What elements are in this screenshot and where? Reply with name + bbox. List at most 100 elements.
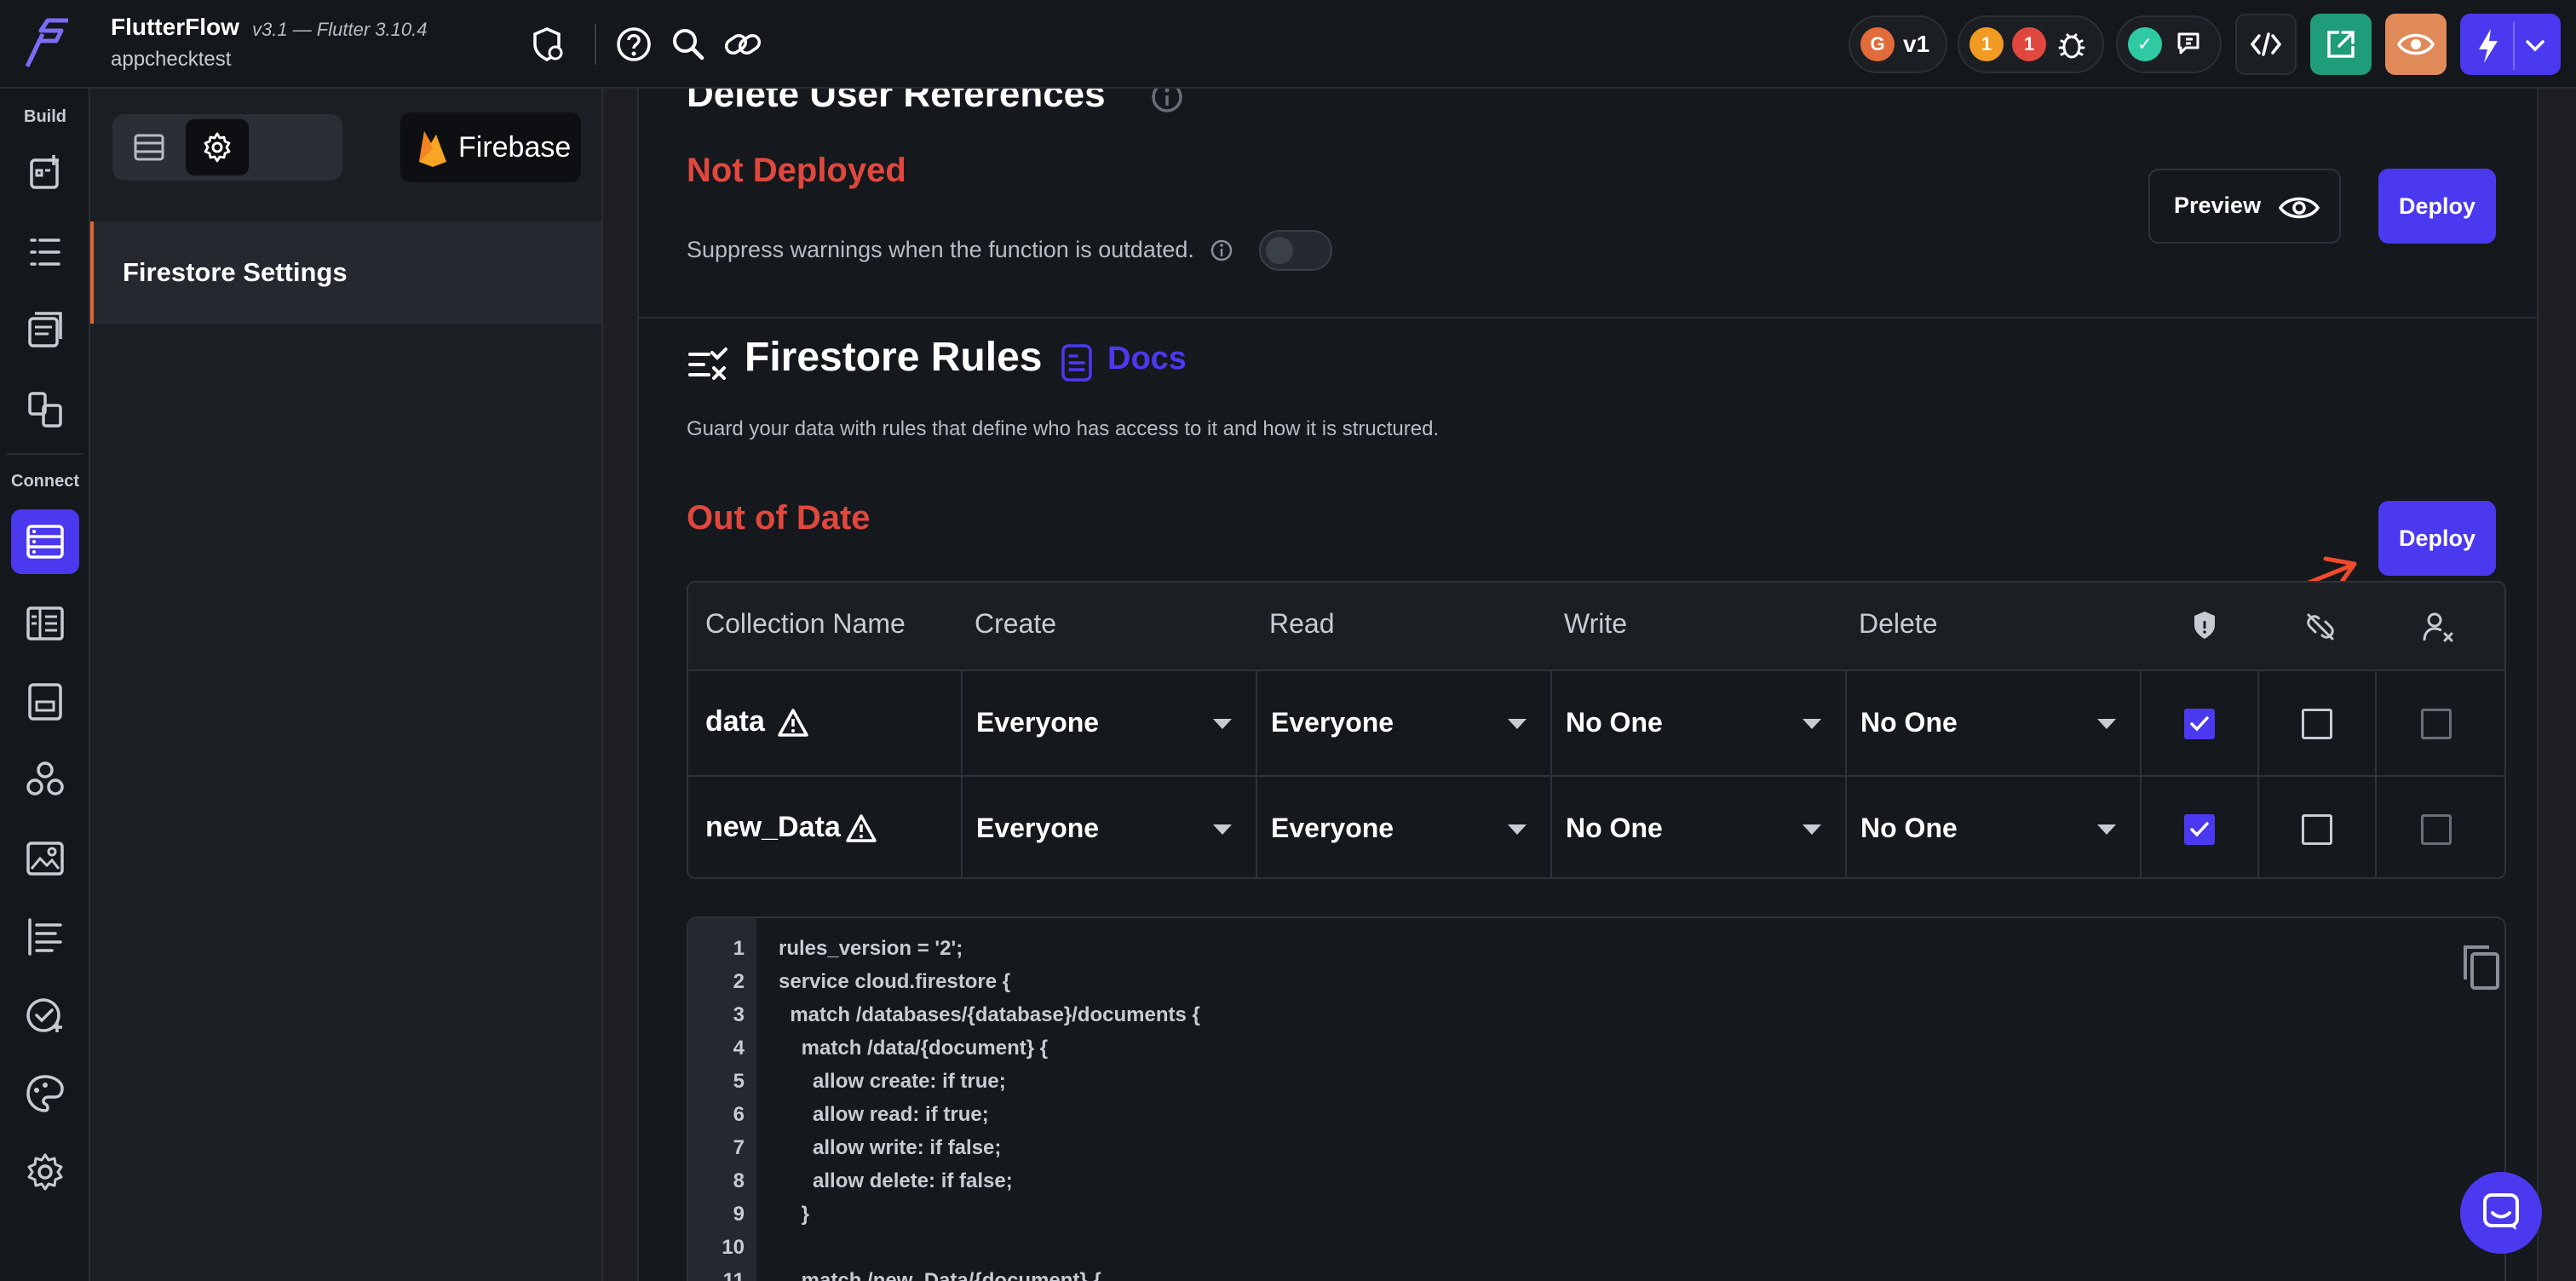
line-number: 11	[722, 1269, 745, 1281]
column-header-write: Write	[1564, 608, 1628, 639]
preview-mode-button[interactable]	[2385, 14, 2447, 75]
run-button[interactable]	[2460, 14, 2561, 75]
collection-cell: data	[688, 671, 963, 777]
firestore-nav-button[interactable]	[11, 509, 79, 574]
tab-database-view[interactable]	[118, 119, 181, 175]
theme-palette-icon[interactable]	[21, 1070, 69, 1117]
project-name[interactable]: appchecktest	[111, 48, 231, 72]
sidebar-item-firestore-settings[interactable]: Firestore Settings	[90, 221, 601, 324]
collection-name: new_Data	[705, 811, 841, 843]
custom-code-icon[interactable]	[21, 913, 69, 961]
suppress-warnings-toggle[interactable]	[1259, 230, 1332, 271]
flutterflow-logo-icon[interactable]	[22, 17, 72, 70]
dropdown-caret-icon	[1213, 824, 1232, 835]
search-icon[interactable]	[668, 24, 709, 65]
delete-permission-dropdown[interactable]: No One	[1847, 671, 2142, 777]
data-types-icon[interactable]	[21, 600, 69, 647]
delete-user-checkbox[interactable]	[2421, 709, 2452, 739]
storyboard-icon[interactable]	[21, 307, 69, 354]
media-assets-icon[interactable]	[21, 835, 69, 882]
dropdown-value: Everyone	[976, 707, 1100, 738]
app-check-checkbox[interactable]	[2184, 814, 2215, 845]
line-number: 2	[733, 970, 745, 993]
widget-tree-icon[interactable]	[21, 228, 69, 276]
column-header-collection: Collection Name	[705, 608, 906, 639]
preview-button[interactable]: Preview	[2148, 169, 2341, 244]
table-row: data Everyone Everyone No One No One	[688, 671, 2504, 777]
app-check-checkbox[interactable]	[2184, 709, 2215, 739]
dropdown-caret-icon	[1213, 719, 1232, 729]
dropdown-caret-icon	[1508, 824, 1527, 835]
integrations-icon[interactable]	[21, 756, 69, 804]
success-check-icon: ✓	[2128, 27, 2162, 61]
dropdown-value: Everyone	[1271, 707, 1394, 738]
user-remove-icon	[2423, 612, 2453, 642]
read-permission-dropdown[interactable]: Everyone	[1257, 671, 1552, 777]
help-icon[interactable]	[613, 24, 654, 65]
delete-permission-dropdown[interactable]: No One	[1847, 777, 2142, 877]
support-chat-button[interactable]	[2460, 1172, 2542, 1254]
navigation-rail: Build Connect	[0, 89, 90, 1281]
api-calls-icon[interactable]	[21, 678, 69, 726]
line-number: 8	[733, 1169, 745, 1192]
add-page-icon[interactable]	[21, 148, 69, 196]
warning-triangle-icon[interactable]	[845, 813, 877, 845]
copy-icon[interactable]	[2458, 942, 2503, 993]
dropdown-caret-icon	[1508, 719, 1527, 729]
tab-settings-view[interactable]	[186, 119, 249, 175]
docs-icon[interactable]	[1058, 342, 1095, 383]
function-deploy-button[interactable]: Deploy	[2378, 169, 2496, 244]
checkbox-cell	[2377, 671, 2504, 777]
link-icon[interactable]	[722, 24, 763, 65]
branch-pill[interactable]: G v1	[1849, 15, 1947, 73]
code-line: service cloud.firestore {	[779, 970, 1011, 993]
eye-icon	[2397, 33, 2435, 55]
write-permission-dropdown[interactable]: No One	[1552, 777, 1847, 877]
code-line: allow read: if true;	[779, 1103, 989, 1126]
line-number: 6	[733, 1103, 745, 1126]
branch-label: v1	[1903, 31, 1930, 57]
status-pill[interactable]: ✓	[2116, 15, 2222, 73]
read-permission-dropdown[interactable]: Everyone	[1257, 777, 1552, 877]
dropdown-value: Everyone	[976, 813, 1100, 843]
bug-icon	[2058, 33, 2085, 59]
checkbox-cell	[2259, 671, 2377, 777]
app-check-icon[interactable]	[21, 991, 69, 1039]
dropdown-value: No One	[1860, 813, 1958, 843]
unauthenticated-checkbox[interactable]	[2302, 709, 2332, 739]
firebase-badge[interactable]: Firebase	[400, 112, 581, 182]
chat-icon	[2483, 1193, 2519, 1230]
line-number: 9	[733, 1203, 745, 1226]
rules-deploy-button[interactable]: Deploy	[2378, 501, 2496, 576]
app-check-shield-icon[interactable]	[526, 24, 567, 65]
unauthenticated-checkbox[interactable]	[2302, 814, 2332, 845]
rail-heading-connect: Connect	[11, 472, 79, 491]
rules-code-editor[interactable]: 1 2 3 4 5 6 7 8 9 10 11 rules_version = '2'; servic…	[687, 916, 2506, 1281]
docs-link[interactable]: Docs	[1107, 341, 1187, 377]
line-number: 1	[733, 937, 745, 960]
firestore-rules-title: Firestore Rules	[745, 335, 1043, 380]
dropdown-caret-icon	[2097, 719, 2116, 729]
create-permission-dropdown[interactable]: Everyone	[963, 777, 1257, 877]
line-number: 3	[733, 1003, 745, 1026]
dropdown-value: No One	[1860, 707, 1958, 738]
info-icon[interactable]	[1210, 238, 1233, 262]
line-number: 7	[733, 1136, 745, 1159]
comments-icon	[2177, 32, 2199, 55]
function-status: Not Deployed	[687, 152, 906, 189]
info-icon[interactable]	[1150, 89, 1184, 114]
firebase-label: Firebase	[458, 131, 572, 164]
delete-user-checkbox[interactable]	[2421, 814, 2452, 845]
issues-pill[interactable]: 1 1	[1958, 15, 2104, 73]
code-view-button[interactable]	[2235, 14, 2297, 75]
column-header-create: Create	[975, 608, 1057, 639]
create-permission-dropdown[interactable]: Everyone	[963, 671, 1257, 777]
link-off-icon	[2307, 613, 2334, 640]
warning-triangle-icon[interactable]	[777, 707, 809, 739]
settings-gear-icon[interactable]	[21, 1148, 69, 1196]
chevron-down-icon	[2526, 40, 2544, 52]
write-permission-dropdown[interactable]: No One	[1552, 671, 1847, 777]
preview-label: Preview	[2174, 192, 2262, 218]
open-external-button[interactable]	[2310, 14, 2372, 75]
page-selector-icon[interactable]	[21, 385, 69, 433]
